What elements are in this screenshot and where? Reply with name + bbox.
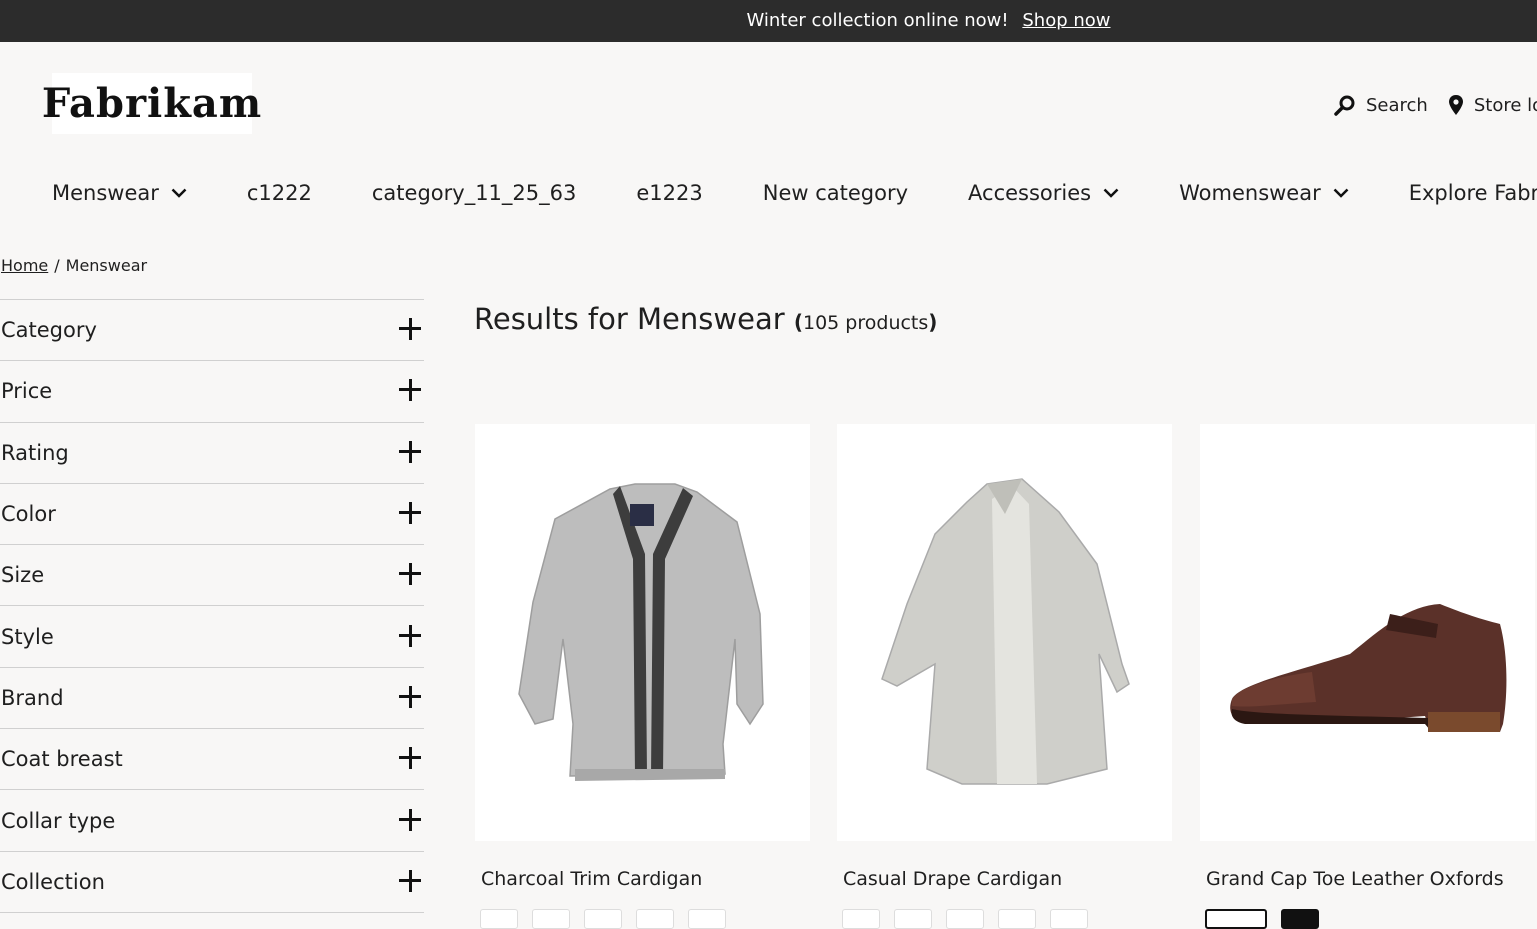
promo-banner: Winter collection online now! Shop now xyxy=(0,0,1537,42)
nav-item-accessories[interactable]: Accessories xyxy=(968,181,1119,205)
filter-category[interactable]: Category xyxy=(0,300,424,362)
plus-icon xyxy=(399,379,423,403)
size-swatch[interactable] xyxy=(584,909,622,929)
drape-cardigan-image xyxy=(881,478,1130,785)
size-swatch[interactable] xyxy=(532,909,570,929)
filter-style[interactable]: Style xyxy=(0,606,424,668)
nav-item-menswear[interactable]: Menswear xyxy=(52,181,187,205)
swatch-row-2 xyxy=(842,909,1088,929)
plus-icon xyxy=(399,869,423,894)
plus-icon xyxy=(399,747,423,771)
chevron-down-icon xyxy=(171,188,187,198)
filter-color[interactable]: Color xyxy=(0,484,424,546)
filter-label: Price xyxy=(1,379,53,404)
size-swatch[interactable] xyxy=(894,909,932,929)
filter-label: Collection xyxy=(1,869,105,894)
filter-rating[interactable]: Rating xyxy=(0,423,424,484)
nav-item-label: Menswear xyxy=(52,181,159,205)
plus-icon xyxy=(399,685,423,710)
brown-oxford-shoe-image xyxy=(1230,604,1507,732)
plus-icon xyxy=(399,318,423,342)
nav-item-new-category[interactable]: New category xyxy=(763,181,908,205)
breadcrumb: Home / Menswear xyxy=(1,256,147,275)
color-swatch-black[interactable] xyxy=(1281,909,1319,929)
nav-item-label: c1222 xyxy=(246,181,312,205)
results-prefix: Results for Menswear xyxy=(474,302,785,336)
plus-icon xyxy=(399,624,423,649)
breadcrumb-separator: / xyxy=(54,256,60,275)
filter-size[interactable]: Size xyxy=(0,545,424,607)
product-name-1[interactable]: Charcoal Trim Cardigan xyxy=(481,868,702,890)
size-swatch[interactable] xyxy=(480,909,518,929)
chevron-down-icon xyxy=(1333,188,1349,198)
plus-icon xyxy=(399,808,423,833)
color-swatch-selected[interactable] xyxy=(1205,909,1267,929)
filter-price[interactable]: Price xyxy=(0,361,424,423)
product-card-image-2[interactable] xyxy=(837,424,1172,841)
location-pin-icon xyxy=(1448,95,1463,115)
swatch-row-1 xyxy=(480,909,726,929)
product-card-image-3[interactable] xyxy=(1200,424,1535,841)
nav-item-label: category_11_25_63 xyxy=(371,181,577,205)
grey-cardigan-image xyxy=(518,483,764,781)
breadcrumb-home-link[interactable]: Home xyxy=(1,256,48,275)
brand-logo[interactable]: Fabrikam xyxy=(42,73,261,134)
nav-item-label: e1223 xyxy=(636,181,703,205)
results-heading: Results for Menswear (105 products) xyxy=(474,302,937,336)
nav-item-e1223[interactable]: e1223 xyxy=(636,181,702,205)
results-open-paren: ( xyxy=(793,310,803,334)
nav-item-label: Explore Fabrikam xyxy=(1408,181,1537,205)
shop-now-link[interactable]: Shop now xyxy=(1022,10,1110,31)
size-swatch[interactable] xyxy=(842,909,880,929)
filter-brand[interactable]: Brand xyxy=(0,668,424,730)
filter-label: Color xyxy=(1,502,56,527)
swatch-row-3 xyxy=(1205,909,1319,929)
size-swatch[interactable] xyxy=(1050,909,1088,929)
chevron-down-icon xyxy=(1103,188,1119,198)
plus-icon xyxy=(399,502,423,526)
filter-label: Rating xyxy=(1,440,69,465)
nav-item-womenswear[interactable]: Womenswear xyxy=(1179,181,1349,205)
size-swatch[interactable] xyxy=(688,909,726,929)
utility-nav: Search Store lo xyxy=(1334,90,1537,120)
store-locator-button[interactable]: Store lo xyxy=(1448,94,1537,116)
filter-label: Size xyxy=(1,563,45,588)
filter-label: Collar type xyxy=(1,808,116,833)
nav-item-label: New category xyxy=(762,181,909,205)
nav-item-label: Womenswear xyxy=(1179,181,1321,205)
nav-item-c1222[interactable]: c1222 xyxy=(247,181,312,205)
store-locator-label: Store lo xyxy=(1473,94,1537,116)
plus-icon xyxy=(399,440,423,465)
filter-label: Category xyxy=(1,318,97,343)
product-card-image-1[interactable] xyxy=(475,424,810,841)
size-swatch[interactable] xyxy=(998,909,1036,929)
size-swatch[interactable] xyxy=(946,909,984,929)
results-close-paren: ) xyxy=(928,310,938,334)
promo-text: Winter collection online now! xyxy=(746,10,1009,31)
search-button[interactable]: Search xyxy=(1334,94,1428,116)
search-label: Search xyxy=(1366,94,1428,116)
breadcrumb-current: Menswear xyxy=(65,256,148,275)
nav-item-label: Accessories xyxy=(968,181,1092,205)
main-navigation: Menswear c1222 category_11_25_63 e1223 N… xyxy=(52,176,1537,210)
filter-label: Brand xyxy=(1,685,64,710)
nav-item-explore-fabrikam[interactable]: Explore Fabrikam xyxy=(1409,181,1537,205)
filter-collection[interactable]: Collection xyxy=(0,852,424,913)
filter-collar-type[interactable]: Collar type xyxy=(0,790,424,852)
product-name-3[interactable]: Grand Cap Toe Leather Oxfords xyxy=(1206,868,1504,890)
search-icon xyxy=(1334,95,1355,116)
plus-icon xyxy=(399,563,423,587)
filter-label: Coat breast xyxy=(1,747,123,772)
filter-panel: Category Price Rating Color Size Style B… xyxy=(0,299,424,913)
filter-coat-breast[interactable]: Coat breast xyxy=(0,729,424,791)
filter-label: Style xyxy=(1,624,54,649)
size-swatch[interactable] xyxy=(636,909,674,929)
results-count: 105 products xyxy=(803,312,929,334)
product-name-2[interactable]: Casual Drape Cardigan xyxy=(843,868,1062,890)
nav-item-category-11-25-63[interactable]: category_11_25_63 xyxy=(372,181,576,205)
